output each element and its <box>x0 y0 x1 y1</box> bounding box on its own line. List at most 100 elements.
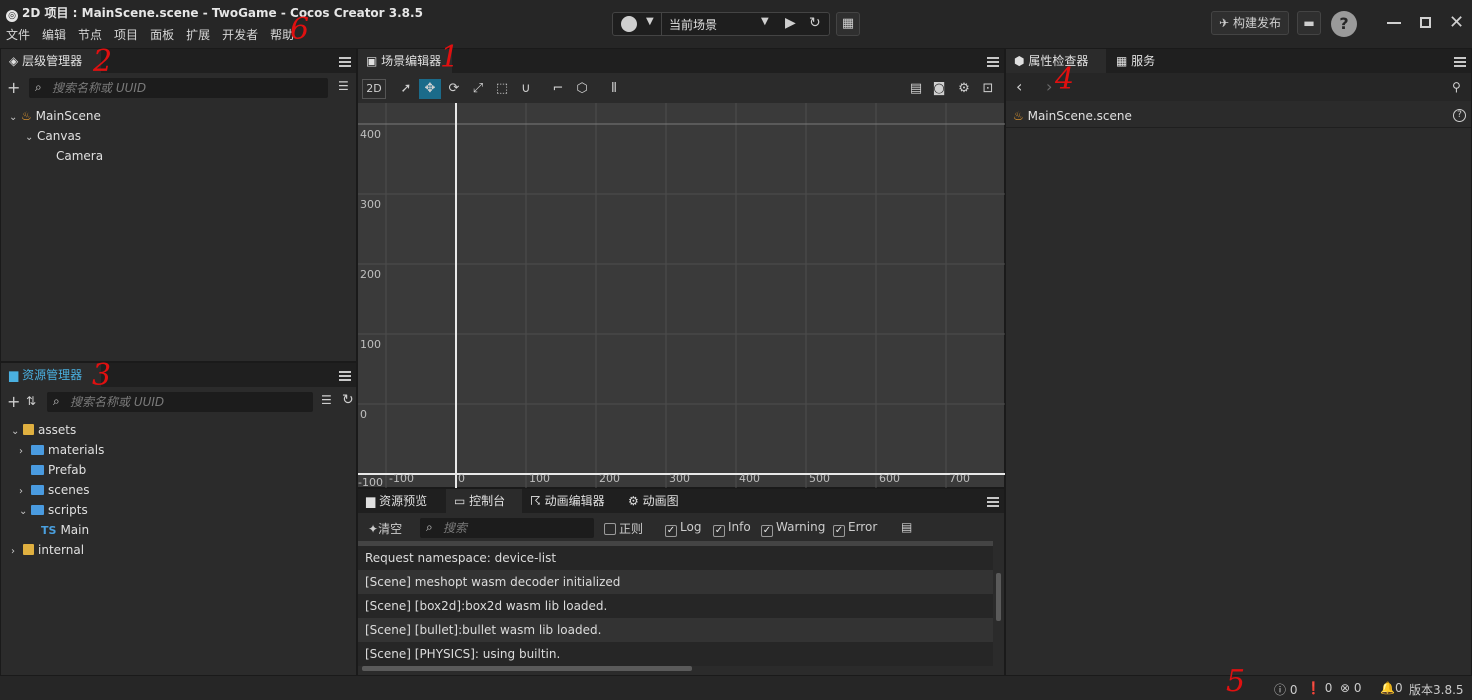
build-publish-button[interactable]: ✈ 构建发布 <box>1211 11 1289 35</box>
info-count[interactable]: ⓘ 0 <box>1274 681 1297 698</box>
refresh-icon[interactable]: ↻ <box>809 15 821 31</box>
resolution-icon[interactable]: ▤ <box>905 79 927 99</box>
console-horizontal-scrollbar[interactable] <box>362 666 692 671</box>
asset-materials[interactable]: › materials <box>19 440 104 460</box>
tab-console[interactable]: ▭ 控制台 <box>446 489 522 513</box>
rect-tool-icon[interactable]: ⬚ <box>491 79 513 99</box>
camera-icon[interactable]: ◙ <box>928 79 950 99</box>
scene-select-chevron-icon[interactable]: ▼ <box>761 16 769 27</box>
console-vertical-scrollbar[interactable] <box>996 573 1001 621</box>
filter-info-checkbox[interactable]: ✓ Info <box>713 520 751 537</box>
tab-inspector[interactable]: ⬢ 属性检查器 <box>1006 49 1106 73</box>
menu-edit[interactable]: 编辑 <box>42 26 66 43</box>
tab-asset-preview[interactable]: ▆ 资源预览 <box>358 489 446 513</box>
menu-extension[interactable]: 扩展 <box>186 26 210 43</box>
sort-icon[interactable]: ⇅ <box>26 394 36 408</box>
play-icon[interactable]: ▶ <box>785 15 796 31</box>
inspector-nav-bar <box>1006 73 1471 101</box>
forward-arrow-icon[interactable]: › <box>1046 77 1052 96</box>
hierarchy-header: ◈ 层级管理器 <box>1 49 356 73</box>
collapse-all-icon[interactable]: ☰ <box>321 393 332 407</box>
clear-button[interactable]: ✦清空 <box>368 520 402 537</box>
asset-assets[interactable]: ⌄ assets <box>11 420 76 440</box>
tab-services[interactable]: ▦ 服务 <box>1108 49 1174 73</box>
menu-node[interactable]: 节点 <box>78 26 102 43</box>
menu-file[interactable]: 文件 <box>6 26 30 43</box>
open-log-file-icon[interactable]: ▤ <box>901 520 912 534</box>
close-icon[interactable]: ✕ <box>1449 12 1464 33</box>
error-count[interactable]: ⊗ 0 <box>1340 681 1362 695</box>
move-tool-icon[interactable]: ✥ <box>419 79 441 99</box>
back-arrow-icon[interactable]: ‹ <box>1016 77 1022 96</box>
toggle-2d-button[interactable]: 2D <box>362 79 386 99</box>
console-search-input[interactable]: 搜索 <box>420 518 594 538</box>
help-icon[interactable]: ? <box>1331 11 1357 37</box>
qrcode-button[interactable]: ▦ <box>836 12 860 36</box>
hierarchy-search-input[interactable]: 搜索名称或 UUID <box>29 78 328 98</box>
menu-project[interactable]: 项目 <box>114 26 138 43</box>
tab-animation-graph[interactable]: ⚙ 动画图 <box>620 489 696 513</box>
add-asset-icon[interactable]: + <box>7 392 20 411</box>
menu-panel[interactable]: 面板 <box>150 26 174 43</box>
maximize-icon[interactable] <box>1420 17 1431 28</box>
filter-error-checkbox[interactable]: ✓ Error <box>833 520 877 537</box>
collapse-all-icon[interactable]: ☰ <box>338 79 349 93</box>
transform-pivot-icon[interactable]: ⌐ <box>547 79 569 99</box>
assets-menu-icon[interactable] <box>339 371 351 381</box>
open-folder-button[interactable]: ▬ <box>1297 11 1321 35</box>
tab-hierarchy[interactable]: ◈ 层级管理器 <box>1 49 101 73</box>
scale-tool-icon[interactable]: ⤢ <box>467 79 489 99</box>
divider <box>661 13 662 35</box>
console-menu-icon[interactable] <box>987 497 999 507</box>
asset-prefab[interactable]: Prefab <box>31 460 86 480</box>
asset-scenes[interactable]: › scenes <box>19 480 89 500</box>
snap-magnet-icon[interactable]: ∪ <box>515 79 537 99</box>
collapsed-arrow-icon[interactable]: › <box>11 542 23 562</box>
build-publish-label: 构建发布 <box>1232 16 1281 30</box>
filter-log-checkbox[interactable]: ✓ Log <box>665 520 701 537</box>
inspector-menu-icon[interactable] <box>1454 57 1466 67</box>
expand-arrow-icon[interactable]: ⌄ <box>25 128 37 148</box>
local-global-icon[interactable]: ⬡ <box>571 79 593 99</box>
settings-gear-icon[interactable]: ⚙ <box>953 79 975 99</box>
expand-arrow-icon[interactable]: ⌄ <box>9 108 21 128</box>
asset-scripts[interactable]: ⌄ scripts <box>19 500 88 520</box>
assets-search-input[interactable]: 搜索名称或 UUID <box>47 392 313 412</box>
tab-animation-editor[interactable]: ☈ 动画编辑器 <box>522 489 620 513</box>
collapsed-arrow-icon[interactable]: › <box>19 482 31 502</box>
rotate-tool-icon[interactable]: ⟳ <box>443 79 465 99</box>
search-icon: ⌕ <box>53 394 60 408</box>
expand-arrow-icon[interactable]: ⌄ <box>11 422 23 442</box>
refresh-icon[interactable]: ↻ <box>342 392 354 408</box>
scene-grid[interactable] <box>358 101 1006 489</box>
menu-help[interactable]: 帮助 <box>270 26 294 43</box>
checkbox-checked-icon: ✓ <box>713 525 725 537</box>
hierarchy-menu-icon[interactable] <box>339 57 351 67</box>
tree-node-camera[interactable]: Camera <box>56 146 103 166</box>
help-circle-icon[interactable]: ? <box>1453 109 1466 122</box>
minimize-icon[interactable] <box>1387 22 1401 24</box>
scene-select[interactable]: 当前场景 <box>669 16 717 33</box>
globe-icon[interactable] <box>621 16 637 32</box>
chevron-down-icon[interactable]: ▼ <box>646 16 654 27</box>
filter-warning-checkbox[interactable]: ✓ Warning <box>761 520 825 537</box>
scene-editor-menu-icon[interactable] <box>987 57 999 67</box>
select-tool-icon[interactable]: ➚ <box>395 79 417 99</box>
menu-developer[interactable]: 开发者 <box>222 26 258 43</box>
tree-node-mainscene[interactable]: ⌄ ♨ MainScene <box>9 106 101 126</box>
notification-count[interactable]: 🔔0 <box>1380 681 1403 695</box>
add-node-icon[interactable]: + <box>7 78 20 97</box>
asset-internal[interactable]: › internal <box>11 540 84 560</box>
warning-count[interactable]: ❗ 0 <box>1306 681 1332 695</box>
gizmo-icon[interactable]: ⊡ <box>977 79 999 99</box>
align-icon[interactable]: ⫴ <box>603 79 625 99</box>
regex-checkbox[interactable]: 正则 <box>604 520 643 537</box>
pin-icon[interactable]: ⚲ <box>1452 80 1461 94</box>
expand-arrow-icon[interactable]: ⌄ <box>19 502 31 522</box>
collapsed-arrow-icon[interactable]: › <box>19 442 31 462</box>
folder-icon <box>31 485 44 495</box>
tree-node-canvas[interactable]: ⌄ Canvas <box>25 126 81 146</box>
asset-main-script[interactable]: TS Main <box>41 520 89 540</box>
tab-scene-editor[interactable]: ▣ 场景编辑器 <box>358 49 452 73</box>
tab-assets[interactable]: ▆ 资源管理器 <box>1 363 101 387</box>
